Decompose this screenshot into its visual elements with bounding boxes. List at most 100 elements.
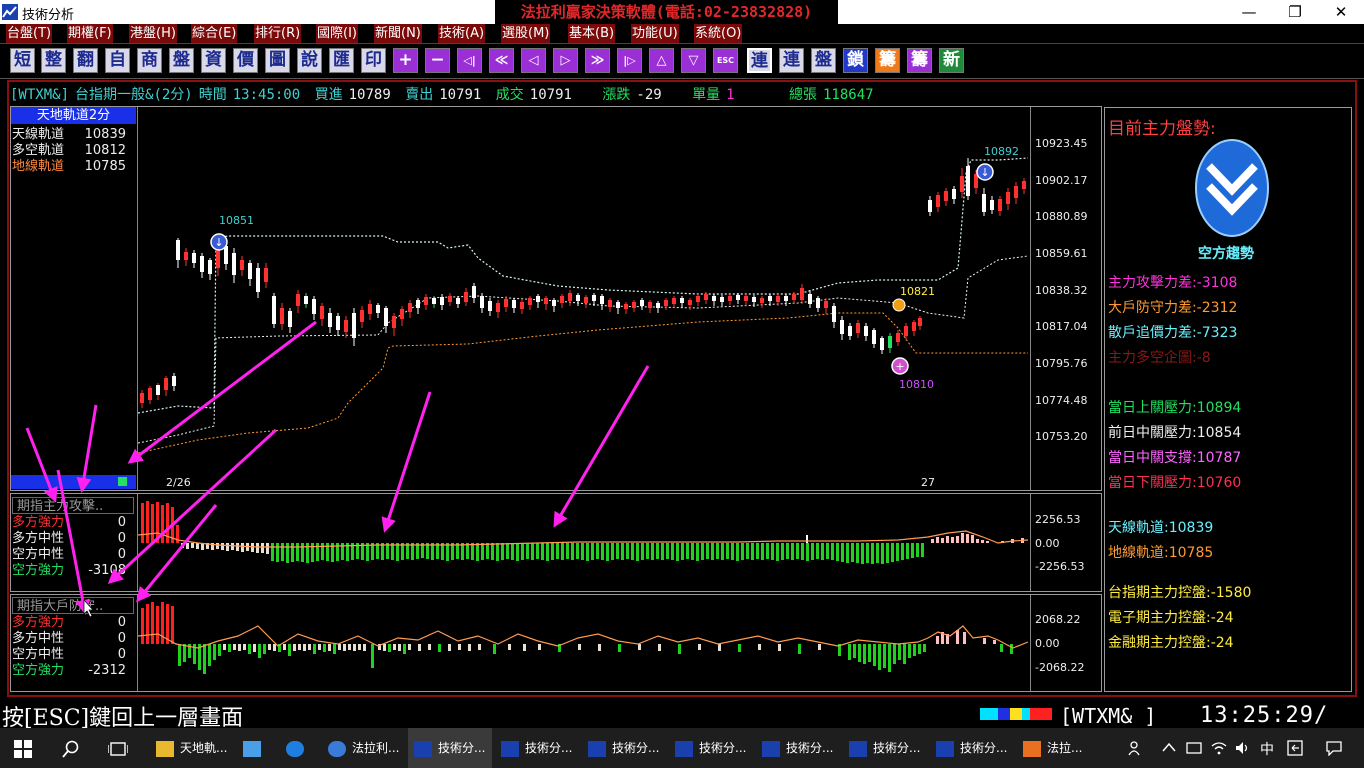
taskbar-item-folder[interactable]: 天地軌... xyxy=(150,728,234,768)
link2-button[interactable]: 連 xyxy=(779,48,804,73)
lock-button[interactable]: 鎖 xyxy=(843,48,868,73)
volume-icon[interactable] xyxy=(1235,741,1251,755)
first-button[interactable]: ◁| xyxy=(457,48,482,73)
row-value: 0 xyxy=(117,615,126,630)
row-value: -3108 xyxy=(88,563,126,578)
price-button[interactable]: 價 xyxy=(233,48,258,73)
custom-button[interactable]: 自 xyxy=(105,48,130,73)
tray-app-icon[interactable] xyxy=(1186,741,1202,755)
menu-screen[interactable]: 選股(M) xyxy=(501,24,552,43)
taskbar-item-ferrari[interactable]: 法拉利... xyxy=(322,728,406,768)
attack-diff: 主力攻擊力差:-3108 xyxy=(1108,272,1237,292)
defend-indicator-title[interactable]: 期指大戶防守.. xyxy=(12,597,134,614)
sub1-right-divider xyxy=(1030,494,1031,591)
candlestick-chart[interactable]: ↓ ↓ + xyxy=(138,108,1030,474)
price-axis-label: 10923.45 xyxy=(1035,137,1088,150)
quote-name: 台指期一般&(2分) xyxy=(75,87,193,103)
menu-bar: 台盤(T) 期權(F) 港盤(H) 綜合(E) 排行(R) 國際(I) 新聞(N… xyxy=(0,24,1364,44)
menu-composite[interactable]: 綜合(E) xyxy=(191,24,239,43)
keyboard-icon[interactable] xyxy=(1287,740,1303,756)
menu-tech[interactable]: 技術(A) xyxy=(438,24,487,43)
people-icon[interactable] xyxy=(1128,740,1144,756)
taskbar-item-tech7[interactable]: 技術分... xyxy=(930,728,1014,768)
chips2-button[interactable]: 籌 xyxy=(907,48,932,73)
taskbar-item-ferrari2[interactable]: 法拉... xyxy=(1017,728,1097,768)
chevron-up-icon[interactable] xyxy=(1162,742,1176,752)
commodity-button[interactable]: 商 xyxy=(137,48,162,73)
panel-button[interactable]: 盤 xyxy=(811,48,836,73)
up-button[interactable]: △ xyxy=(649,48,674,73)
status-indicator xyxy=(1010,708,1022,720)
taskbar-item-tech3[interactable]: 技術分... xyxy=(582,728,666,768)
clock: 13:25:29/ xyxy=(1200,703,1329,728)
menu-intl[interactable]: 國際(I) xyxy=(316,24,359,43)
menu-taipan[interactable]: 台盤(T) xyxy=(6,24,54,43)
taskbar-item-tech1[interactable]: 技術分... xyxy=(408,728,492,768)
sub1-axis-label: 0.00 xyxy=(1035,537,1060,550)
taskbar-item-ie[interactable] xyxy=(280,728,318,768)
esc-button[interactable]: ESC xyxy=(713,48,738,73)
notification-icon[interactable] xyxy=(1325,740,1343,756)
taskbar-label: 天地軌... xyxy=(180,741,228,755)
explain-button[interactable]: 說 xyxy=(297,48,322,73)
fast-back-button[interactable]: ≪ xyxy=(489,48,514,73)
zoom-out-button[interactable]: − xyxy=(425,48,450,73)
taskbar-item-pc[interactable] xyxy=(237,728,275,768)
chips-button[interactable]: 籌 xyxy=(875,48,900,73)
menu-system[interactable]: 系統(O) xyxy=(694,24,744,43)
defend-indicator-chart[interactable] xyxy=(138,596,1030,690)
print-button[interactable]: 印 xyxy=(361,48,386,73)
mid-support-label: 當日中關支撐: xyxy=(1108,450,1197,466)
windows-start-icon[interactable] xyxy=(14,740,32,758)
short-button[interactable]: 短 xyxy=(10,48,35,73)
menu-news[interactable]: 新聞(N) xyxy=(374,24,423,43)
board-button[interactable]: 盤 xyxy=(169,48,194,73)
taskbar-item-tech5[interactable]: 技術分... xyxy=(756,728,840,768)
upper-pressure-label: 當日上關壓力: xyxy=(1108,400,1197,416)
last-button[interactable]: |▷ xyxy=(617,48,642,73)
flip-button[interactable]: 翻 xyxy=(73,48,98,73)
zoom-in-button[interactable]: + xyxy=(393,48,418,73)
menu-basic[interactable]: 基本(B) xyxy=(568,24,617,43)
wifi-icon[interactable] xyxy=(1211,741,1227,755)
new-button[interactable]: 新 xyxy=(939,48,964,73)
sub2-axis-label: -2068.22 xyxy=(1035,661,1085,674)
forward-button[interactable]: ▷ xyxy=(553,48,578,73)
taskbar-item-tech6[interactable]: 技術分... xyxy=(843,728,927,768)
close-button[interactable]: ✕ xyxy=(1318,0,1364,24)
minimize-button[interactable]: — xyxy=(1226,0,1272,24)
legend-value: 10839 xyxy=(84,127,126,142)
taskbar-item-tech2[interactable]: 技術分... xyxy=(495,728,579,768)
link-button[interactable]: 連 xyxy=(747,48,772,73)
restore-button[interactable]: ❐ xyxy=(1272,0,1318,24)
quote-change: -29 xyxy=(636,87,662,103)
task-view-icon[interactable] xyxy=(108,741,128,757)
taskbar-label: 技術分... xyxy=(960,741,1008,755)
fast-forward-button[interactable]: ≫ xyxy=(585,48,610,73)
menu-ranking[interactable]: 排行(R) xyxy=(254,24,303,43)
mid-band-line xyxy=(138,255,1029,444)
attack-indicator-chart[interactable] xyxy=(138,495,1030,590)
prev-mid-label: 前日中關壓力: xyxy=(1108,425,1197,441)
taskbar-item-tech4[interactable]: 技術分... xyxy=(669,728,753,768)
window-title: 技術分析 xyxy=(22,8,75,23)
attack-row-strong-long: 多方強力 0 xyxy=(12,515,132,531)
legend-label: 多空軌道 xyxy=(12,143,65,158)
chart-button[interactable]: 圖 xyxy=(265,48,290,73)
export-button[interactable]: 匯 xyxy=(329,48,354,73)
menu-futures[interactable]: 期權(F) xyxy=(67,24,114,43)
attack-indicator-title[interactable]: 期指主力攻擊.. xyxy=(12,497,134,514)
down-button[interactable]: ▽ xyxy=(681,48,706,73)
position-intent-value: -8 xyxy=(1196,350,1211,366)
menu-function[interactable]: 功能(U) xyxy=(631,24,680,43)
scroll-thumb[interactable] xyxy=(118,477,127,486)
quote-bid-label: 買進 xyxy=(314,87,343,103)
back-button[interactable]: ◁ xyxy=(521,48,546,73)
defend-diff-value: -2312 xyxy=(1196,300,1238,316)
legend-value: 10785 xyxy=(84,159,126,174)
data-button[interactable]: 資 xyxy=(201,48,226,73)
menu-hk[interactable]: 港盤(H) xyxy=(129,24,178,43)
whole-button[interactable]: 整 xyxy=(41,48,66,73)
search-icon[interactable] xyxy=(62,740,80,758)
ime-indicator[interactable]: 中 xyxy=(1260,739,1274,759)
